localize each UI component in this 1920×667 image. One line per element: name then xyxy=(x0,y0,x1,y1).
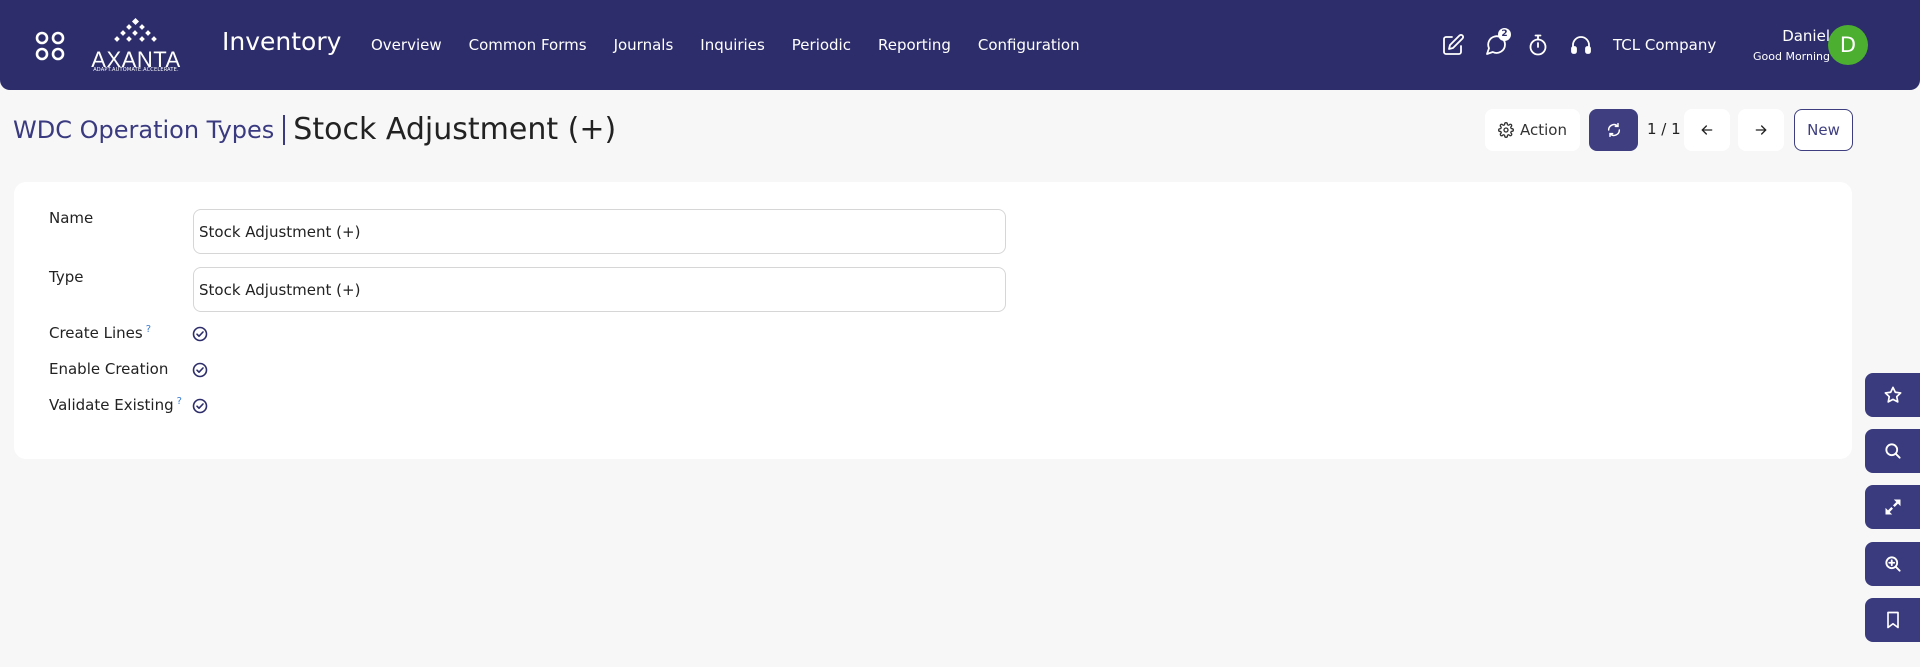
bookmark-icon xyxy=(1886,611,1899,629)
user-name: Daniel xyxy=(1782,27,1830,45)
enable-creation-label: Enable Creation xyxy=(49,360,169,378)
user-greeting: Good Morning xyxy=(1753,50,1830,63)
next-record-button[interactable] xyxy=(1738,109,1784,151)
type-label: Type xyxy=(49,268,84,286)
action-button[interactable]: Action xyxy=(1485,109,1580,151)
logo-tagline: ADAPT.AUTOMATE.ACCELERATE. xyxy=(93,67,179,73)
type-field[interactable] xyxy=(193,267,1006,312)
create-lines-help[interactable]: ? xyxy=(146,324,151,335)
validate-existing-checkbox[interactable] xyxy=(192,398,208,414)
breadcrumb: WDC Operation Types Stock Adjustment (+) xyxy=(13,112,616,147)
avatar[interactable]: D xyxy=(1828,25,1868,65)
app-title[interactable]: Inventory xyxy=(222,27,341,56)
menu-periodic[interactable]: Periodic xyxy=(792,36,851,54)
arrow-left-icon xyxy=(1701,125,1713,135)
expand-icon xyxy=(1885,499,1900,515)
favorite-button[interactable] xyxy=(1865,373,1920,417)
enable-creation-checkbox[interactable] xyxy=(192,362,208,378)
validate-existing-help[interactable]: ? xyxy=(177,396,182,407)
main-menu: Overview Common Forms Journals Inquiries… xyxy=(371,36,1107,54)
new-button[interactable]: New xyxy=(1794,109,1853,151)
bookmark-button[interactable] xyxy=(1865,598,1920,642)
edit-icon[interactable] xyxy=(1441,33,1465,57)
create-lines-text: Create Lines xyxy=(49,324,143,342)
company-switcher[interactable]: TCL Company xyxy=(1613,36,1716,54)
create-lines-checkbox[interactable] xyxy=(192,326,208,342)
company-logo[interactable]: AXANTA ADAPT.AUTOMATE.ACCELERATE. xyxy=(90,17,182,75)
check-circle-icon xyxy=(192,362,208,378)
name-label: Name xyxy=(49,209,94,227)
validate-existing-label: Validate Existing? xyxy=(49,396,182,414)
menu-inquiries[interactable]: Inquiries xyxy=(700,36,765,54)
create-lines-label: Create Lines? xyxy=(49,324,151,342)
top-navbar: AXANTA ADAPT.AUTOMATE.ACCELERATE. Invent… xyxy=(0,0,1920,90)
name-field[interactable] xyxy=(193,209,1006,254)
page-title: Stock Adjustment (+) xyxy=(293,112,617,147)
form-card: Name Type Create Lines? Enable Creation … xyxy=(14,182,1852,459)
record-pager[interactable]: 1 / 1 xyxy=(1647,120,1681,138)
action-label: Action xyxy=(1520,121,1567,139)
zoom-button[interactable] xyxy=(1865,542,1920,586)
breadcrumb-separator xyxy=(283,114,286,145)
check-circle-icon xyxy=(192,398,208,414)
check-circle-icon xyxy=(192,326,208,342)
menu-common-forms[interactable]: Common Forms xyxy=(469,36,587,54)
menu-journals[interactable]: Journals xyxy=(614,36,674,54)
refresh-icon xyxy=(1607,122,1620,138)
menu-configuration[interactable]: Configuration xyxy=(978,36,1080,54)
expand-button[interactable] xyxy=(1865,485,1920,529)
menu-overview[interactable]: Overview xyxy=(371,36,442,54)
validate-existing-text: Validate Existing xyxy=(49,396,174,414)
arrow-right-icon xyxy=(1755,125,1767,135)
breadcrumb-parent[interactable]: WDC Operation Types xyxy=(13,116,274,144)
chat-icon[interactable]: 2 xyxy=(1484,28,1511,57)
app-grid-icon[interactable] xyxy=(34,30,66,62)
previous-record-button[interactable] xyxy=(1684,109,1730,151)
chat-badge: 2 xyxy=(1498,28,1511,41)
zoom-in-icon xyxy=(1884,556,1901,572)
star-icon xyxy=(1884,386,1901,403)
gear-icon xyxy=(1498,122,1514,138)
stopwatch-icon[interactable] xyxy=(1526,33,1550,57)
search-button[interactable] xyxy=(1865,429,1920,473)
menu-reporting[interactable]: Reporting xyxy=(878,36,951,54)
refresh-button[interactable] xyxy=(1589,109,1638,151)
headset-icon[interactable] xyxy=(1569,33,1593,57)
search-icon xyxy=(1884,443,1901,459)
